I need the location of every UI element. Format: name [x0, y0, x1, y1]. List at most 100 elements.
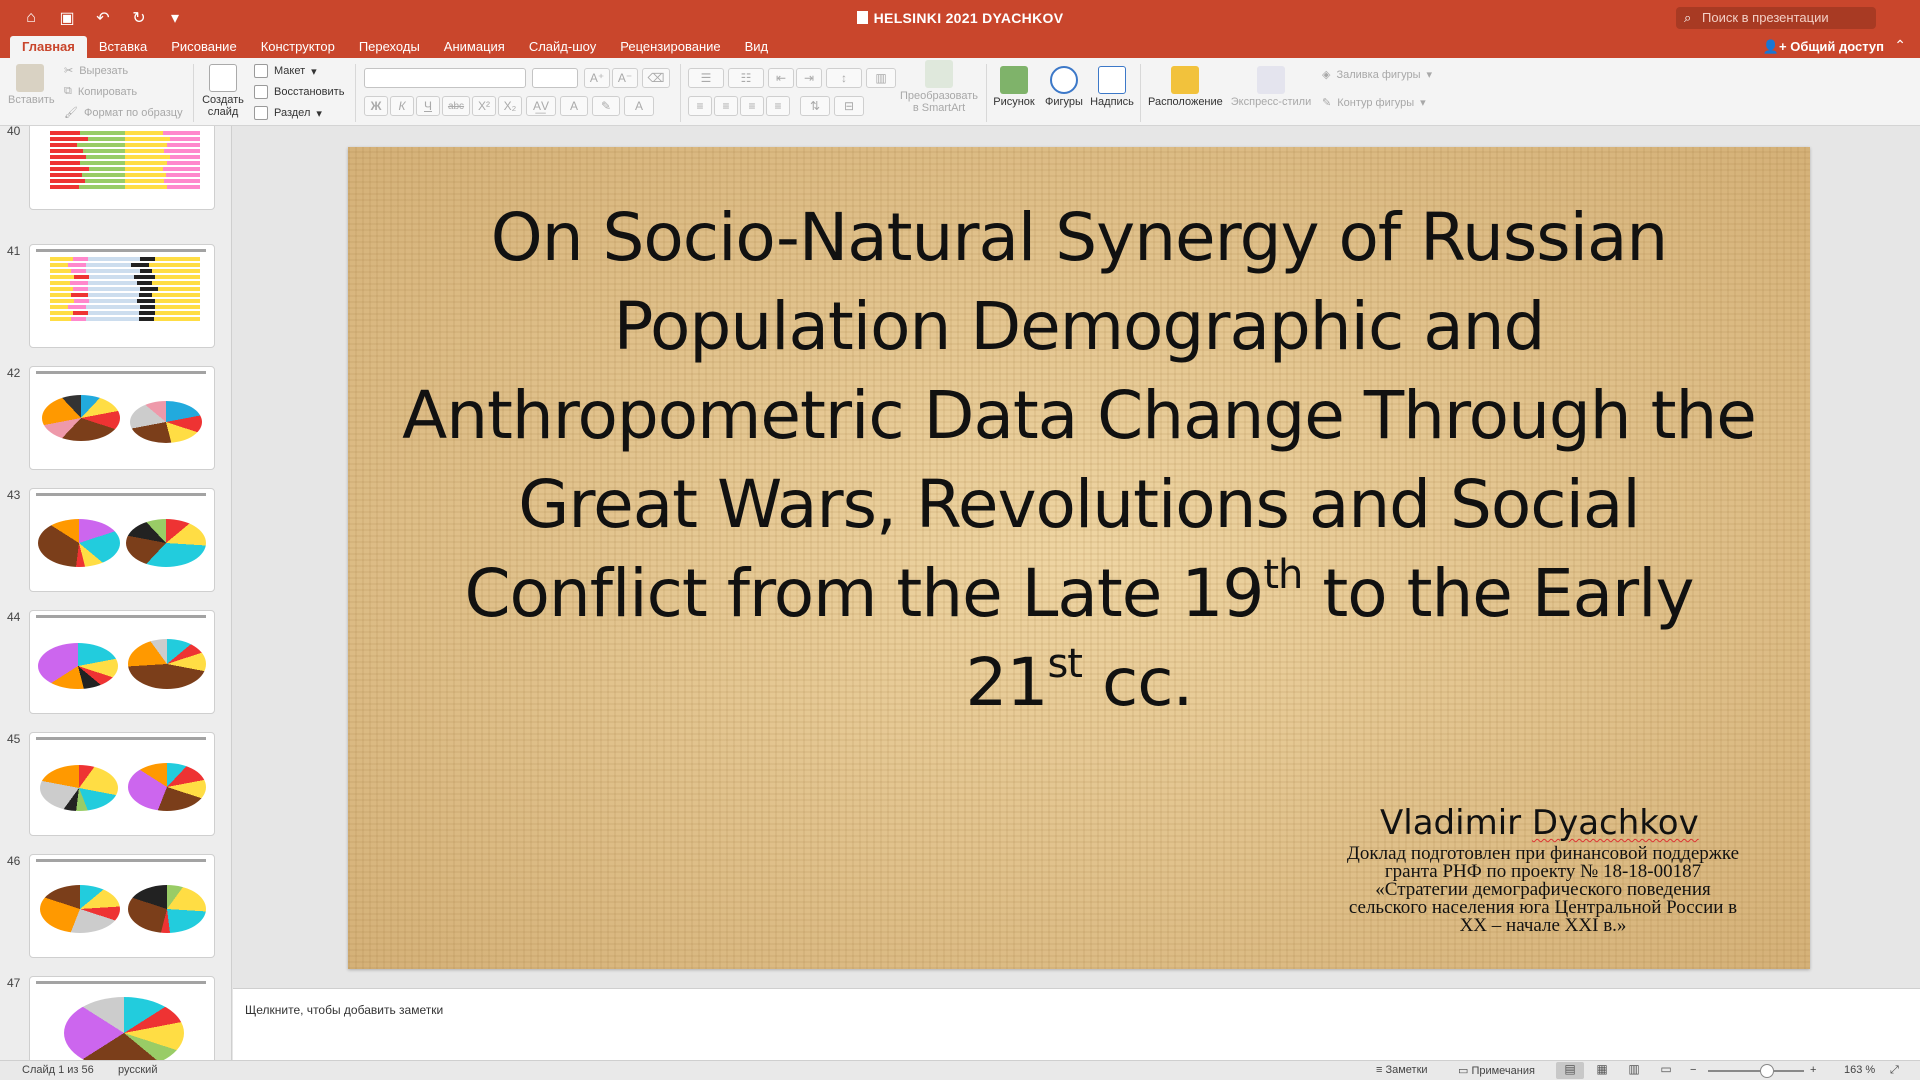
- ribbon-divider: [193, 64, 194, 122]
- strikethrough-button[interactable]: abc: [442, 96, 470, 116]
- normal-view-button[interactable]: ▤: [1556, 1062, 1584, 1079]
- slide-title[interactable]: On Socio-Natural Synergy of Russian Popu…: [368, 193, 1790, 727]
- tab-slideshow[interactable]: Слайд-шоу: [517, 36, 608, 58]
- zoom-slider-handle[interactable]: [1760, 1064, 1774, 1078]
- clear-format-button[interactable]: ⌫: [642, 68, 670, 88]
- fit-to-window-icon[interactable]: ⤢: [1890, 1064, 1899, 1077]
- thumbnail-number: 44: [7, 610, 21, 624]
- pie-chart-thumb: [126, 519, 206, 567]
- title-line: On Socio-Natural Synergy of Russian: [490, 199, 1669, 276]
- slideshow-view-button[interactable]: ▭: [1652, 1062, 1680, 1079]
- comments-toggle-label: Примечания: [1471, 1065, 1535, 1077]
- slide-thumbnail-45[interactable]: [29, 732, 215, 836]
- section-icon: [254, 106, 268, 120]
- tab-transitions[interactable]: Переходы: [347, 36, 432, 58]
- thumbnail-number: 42: [7, 366, 21, 380]
- zoom-in-button[interactable]: +: [1810, 1064, 1816, 1076]
- layout-button[interactable]: Макет ▾: [254, 64, 317, 78]
- pie-chart-thumb: [40, 765, 118, 811]
- zoom-slider[interactable]: [1708, 1070, 1804, 1072]
- copy-button[interactable]: ⧉ Копировать: [64, 85, 137, 98]
- tab-view[interactable]: Вид: [733, 36, 781, 58]
- format-painter-button[interactable]: 🖌 Формат по образцу: [64, 106, 183, 120]
- decrease-font-button[interactable]: A⁻: [612, 68, 638, 88]
- subscript-button[interactable]: X₂: [498, 96, 522, 116]
- font-name-field[interactable]: [364, 68, 526, 88]
- slide-thumbnail-40[interactable]: [29, 126, 215, 210]
- shapes-button[interactable]: Фигуры: [1042, 66, 1086, 108]
- char-spacing-button[interactable]: A͟V: [526, 96, 556, 116]
- justify-button[interactable]: ≡: [766, 96, 790, 116]
- slide-thumbnail-43[interactable]: [29, 488, 215, 592]
- zoom-out-button[interactable]: −: [1690, 1064, 1696, 1076]
- tab-animations[interactable]: Анимация: [432, 36, 517, 58]
- paste-button[interactable]: Вставить: [8, 64, 55, 106]
- shape-fill-label: Заливка фигуры: [1336, 68, 1421, 81]
- language-indicator[interactable]: русский: [118, 1064, 157, 1076]
- align-right-button[interactable]: ≡: [740, 96, 764, 116]
- search-input[interactable]: ⌕ Поиск в презентации: [1676, 7, 1876, 29]
- tab-design[interactable]: Конструктор: [249, 36, 347, 58]
- convert-smartart-button[interactable]: Преобразовать в SmartArt: [898, 60, 980, 114]
- picture-button[interactable]: Рисунок: [992, 66, 1036, 108]
- increase-indent-button[interactable]: ⇥: [796, 68, 822, 88]
- quick-styles-button[interactable]: Экспресс-стили: [1228, 66, 1314, 108]
- share-button[interactable]: 👤+ Общий доступ: [1763, 39, 1884, 55]
- tab-draw[interactable]: Рисование: [159, 36, 248, 58]
- layout-icon: [254, 64, 268, 78]
- increase-font-button[interactable]: A⁺: [584, 68, 610, 88]
- highlight-button[interactable]: ✎: [592, 96, 620, 116]
- cut-label: Вырезать: [79, 64, 129, 77]
- italic-button[interactable]: К: [390, 96, 414, 116]
- bullets-button[interactable]: ☰: [688, 68, 724, 88]
- tab-insert[interactable]: Вставка: [87, 36, 159, 58]
- align-left-button[interactable]: ≡: [688, 96, 712, 116]
- font-color-button[interactable]: A: [624, 96, 654, 116]
- thumbnail-number: 41: [7, 244, 21, 258]
- reading-view-button[interactable]: ▥: [1620, 1062, 1648, 1079]
- columns-button[interactable]: ▥: [866, 68, 896, 88]
- slide-thumbnail-42[interactable]: [29, 366, 215, 470]
- slide-thumbnail-44[interactable]: [29, 610, 215, 714]
- zoom-level[interactable]: 163 %: [1844, 1064, 1875, 1076]
- current-slide[interactable]: On Socio-Natural Synergy of Russian Popu…: [348, 147, 1810, 969]
- comments-toggle-button[interactable]: ▭ Примечания: [1458, 1064, 1535, 1077]
- slide-thumbnail-46[interactable]: [29, 854, 215, 958]
- notes-toggle-label: Заметки: [1385, 1064, 1428, 1076]
- collapse-ribbon-icon[interactable]: ⌃: [1894, 37, 1906, 54]
- align-center-button[interactable]: ≡: [714, 96, 738, 116]
- line-spacing-button[interactable]: ↕: [826, 68, 862, 88]
- scissors-icon: ✂: [64, 65, 74, 77]
- numbering-button[interactable]: ☷: [728, 68, 764, 88]
- bold-button[interactable]: Ж: [364, 96, 388, 116]
- notes-toggle-button[interactable]: ≡ Заметки: [1376, 1064, 1428, 1076]
- arrange-button[interactable]: Расположение: [1148, 66, 1223, 108]
- slide-thumbnail-41[interactable]: [29, 244, 215, 348]
- text-effects-button[interactable]: A: [560, 96, 588, 116]
- slide-thumbnail-pane[interactable]: 40 41 42 43 44 45 46 47: [0, 126, 232, 1060]
- cut-button[interactable]: ✂ Вырезать: [64, 64, 129, 78]
- tab-home[interactable]: Главная: [10, 36, 87, 58]
- smartart-icon: [925, 60, 953, 88]
- reset-button[interactable]: Восстановить: [254, 85, 344, 99]
- notes-pane[interactable]: Щелкните, чтобы добавить заметки: [233, 988, 1920, 1060]
- author-first-name: Vladimir: [1380, 803, 1532, 843]
- slide-sorter-button[interactable]: ▦: [1588, 1062, 1616, 1079]
- shape-fill-button[interactable]: ◈ Заливка фигуры ▾: [1322, 68, 1432, 82]
- title-text: 21: [965, 644, 1048, 721]
- slide-thumbnail-47[interactable]: [29, 976, 215, 1060]
- tab-review[interactable]: Рецензирование: [608, 36, 732, 58]
- underline-button[interactable]: Ч: [416, 96, 440, 116]
- new-slide-button[interactable]: Создать слайд: [200, 64, 246, 118]
- textbox-button[interactable]: Надпись: [1090, 66, 1134, 108]
- slide-grant-note[interactable]: Доклад подготовлен при финансовой поддер…: [1296, 844, 1790, 935]
- shape-outline-button[interactable]: ✎ Контур фигуры ▾: [1322, 96, 1426, 110]
- align-text-button[interactable]: ⊟: [834, 96, 864, 116]
- section-button[interactable]: Раздел ▾: [254, 106, 322, 120]
- smartart-label-1: Преобразовать: [899, 90, 979, 102]
- font-size-field[interactable]: [532, 68, 578, 88]
- decrease-indent-button[interactable]: ⇤: [768, 68, 794, 88]
- superscript-button[interactable]: X²: [472, 96, 496, 116]
- slide-author[interactable]: Vladimir Dyachkov: [1380, 803, 1699, 843]
- text-direction-button[interactable]: ⇅: [800, 96, 830, 116]
